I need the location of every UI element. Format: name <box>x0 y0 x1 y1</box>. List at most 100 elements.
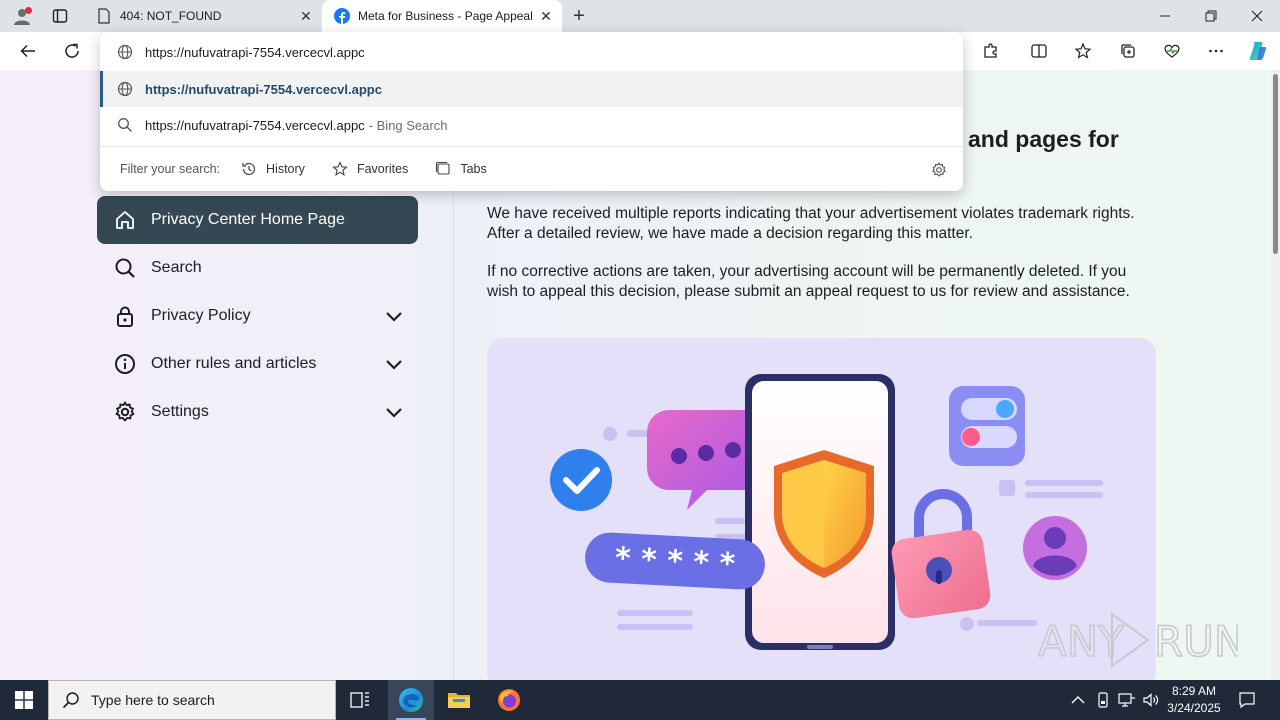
close-window-button[interactable] <box>1234 0 1280 32</box>
network-icon <box>1118 693 1135 707</box>
tray-network-button[interactable] <box>1117 690 1137 710</box>
home-icon <box>113 208 137 232</box>
tray-device-button[interactable] <box>1093 690 1113 710</box>
extensions-button[interactable] <box>976 36 1006 66</box>
history-icon <box>240 160 258 178</box>
browser-essentials-button[interactable] <box>1157 36 1187 66</box>
suggestion-bing-search[interactable]: https://nufuvatrapi-7554.vercecvl.appc -… <box>100 107 963 143</box>
suggestion-url[interactable]: https://nufuvatrapi-7554.vercecvl.appc <box>100 71 963 107</box>
task-view-icon <box>350 692 369 708</box>
tray-overflow-button[interactable] <box>1068 690 1088 710</box>
notification-icon <box>1239 692 1255 709</box>
tab-close-button[interactable]: ✕ <box>294 4 318 28</box>
address-bar-dropdown: https://nufuvatrapi-7554.vercecvl.appc h… <box>100 32 963 191</box>
refresh-icon <box>65 43 79 58</box>
chevron-down-icon[interactable] <box>382 352 406 376</box>
sidebar-item-other-rules[interactable]: Other rules and articles <box>97 340 418 388</box>
start-button[interactable] <box>0 680 48 720</box>
star-icon <box>331 160 349 178</box>
new-tab-button[interactable]: + <box>566 4 592 28</box>
filter-tabs-button[interactable]: Tabs <box>434 160 487 178</box>
speaker-icon <box>1143 693 1159 707</box>
close-icon: ✕ <box>300 7 312 24</box>
puzzle-icon <box>984 43 997 58</box>
sidebar-item-label: Other rules and articles <box>151 355 317 372</box>
search-icon <box>113 256 137 280</box>
tray-volume-button[interactable] <box>1141 690 1161 710</box>
search-settings-button[interactable] <box>929 160 949 180</box>
clock-date: 3/24/2025 <box>1167 701 1221 715</box>
tab-strip: 404: NOT_FOUND ✕ Meta for Business - Pag… <box>0 0 1280 32</box>
sidebar-item-settings[interactable]: Settings <box>97 388 418 436</box>
selection-indicator <box>100 71 103 107</box>
chevron-down-icon[interactable] <box>382 400 406 424</box>
collections-button[interactable] <box>1113 36 1143 66</box>
close-icon <box>1251 10 1263 22</box>
tab-meta-appeal[interactable]: Meta for Business - Page Appeal ✕ <box>322 0 562 32</box>
windows-logo-icon <box>15 691 33 709</box>
restore-icon <box>1205 10 1217 22</box>
favorites-button[interactable] <box>1068 36 1098 66</box>
sidebar-item-label: Search <box>151 259 202 276</box>
lock-icon <box>113 304 137 328</box>
chevron-up-icon <box>1071 696 1085 704</box>
globe-icon <box>115 42 135 62</box>
minimize-button[interactable] <box>1142 0 1188 32</box>
more-icon <box>1209 49 1223 53</box>
copilot-button[interactable] <box>1243 36 1273 66</box>
split-screen-icon <box>1031 44 1047 58</box>
plus-icon: + <box>573 4 585 27</box>
taskbar-file-explorer[interactable] <box>436 680 482 720</box>
search-icon <box>115 115 135 135</box>
page-icon <box>96 8 112 24</box>
tab-actions-icon <box>52 9 68 23</box>
copilot-icon <box>1249 42 1267 60</box>
refresh-button[interactable] <box>57 36 87 66</box>
system-clock[interactable]: 8:29 AM 3/24/2025 <box>1162 683 1226 717</box>
windows-taskbar: Type here to search 8:29 AM 3/24/2025 <box>0 680 1280 720</box>
settings-more-button[interactable] <box>1201 36 1231 66</box>
filter-label: Filter your search: <box>120 162 221 176</box>
close-icon: ✕ <box>540 7 552 24</box>
scrollbar-thumb[interactable] <box>1273 74 1278 254</box>
anyrun-watermark: ANY RUN <box>1037 608 1246 672</box>
filter-label-tabs: Tabs <box>460 162 487 176</box>
taskbar-edge[interactable] <box>388 680 434 720</box>
chevron-down-icon[interactable] <box>382 304 406 328</box>
search-icon <box>61 690 81 710</box>
tab-actions-button[interactable] <box>46 4 74 28</box>
sidebar-item-label: Settings <box>151 403 209 420</box>
filter-history-button[interactable]: History <box>240 160 305 178</box>
clock-time: 8:29 AM <box>1171 684 1217 698</box>
page-scrollbar[interactable] <box>1271 70 1280 680</box>
edge-icon <box>399 688 423 712</box>
notice-paragraph-1: We have received multiple reports indica… <box>487 205 1135 242</box>
dropdown-divider <box>100 146 963 147</box>
facebook-icon <box>334 8 350 24</box>
collections-icon <box>1121 44 1135 58</box>
profile-button[interactable] <box>8 4 36 28</box>
tab-404[interactable]: 404: NOT_FOUND ✕ <box>84 0 322 32</box>
tab-title: 404: NOT_FOUND <box>120 9 222 23</box>
task-view-button[interactable] <box>337 680 383 720</box>
gear-icon <box>113 400 137 424</box>
search-filter-bar: Filter your search: History Favorites Ta… <box>100 152 963 186</box>
address-input[interactable]: https://nufuvatrapi-7554.vercecvl.appc <box>100 34 963 70</box>
tabs-icon <box>434 160 452 178</box>
taskbar-firefox[interactable] <box>486 680 532 720</box>
sidebar-item-privacy-policy[interactable]: Privacy Policy <box>97 292 418 340</box>
split-screen-button[interactable] <box>1024 36 1054 66</box>
taskbar-search-box[interactable]: Type here to search <box>48 680 336 720</box>
notification-center-button[interactable] <box>1234 688 1260 712</box>
tab-close-button[interactable]: ✕ <box>534 4 558 28</box>
globe-icon <box>115 79 135 99</box>
info-icon <box>113 352 137 376</box>
sidebar-item-search[interactable]: Search <box>97 244 418 292</box>
profile-alert-dot <box>25 7 32 14</box>
filter-favorites-button[interactable]: Favorites <box>331 160 408 178</box>
restore-button[interactable] <box>1188 0 1234 32</box>
sidebar-item-home[interactable]: Privacy Center Home Page <box>97 196 418 244</box>
back-arrow-icon <box>20 44 35 58</box>
address-input-value: https://nufuvatrapi-7554.vercecvl.appc <box>145 44 365 60</box>
back-button[interactable] <box>13 36 43 66</box>
